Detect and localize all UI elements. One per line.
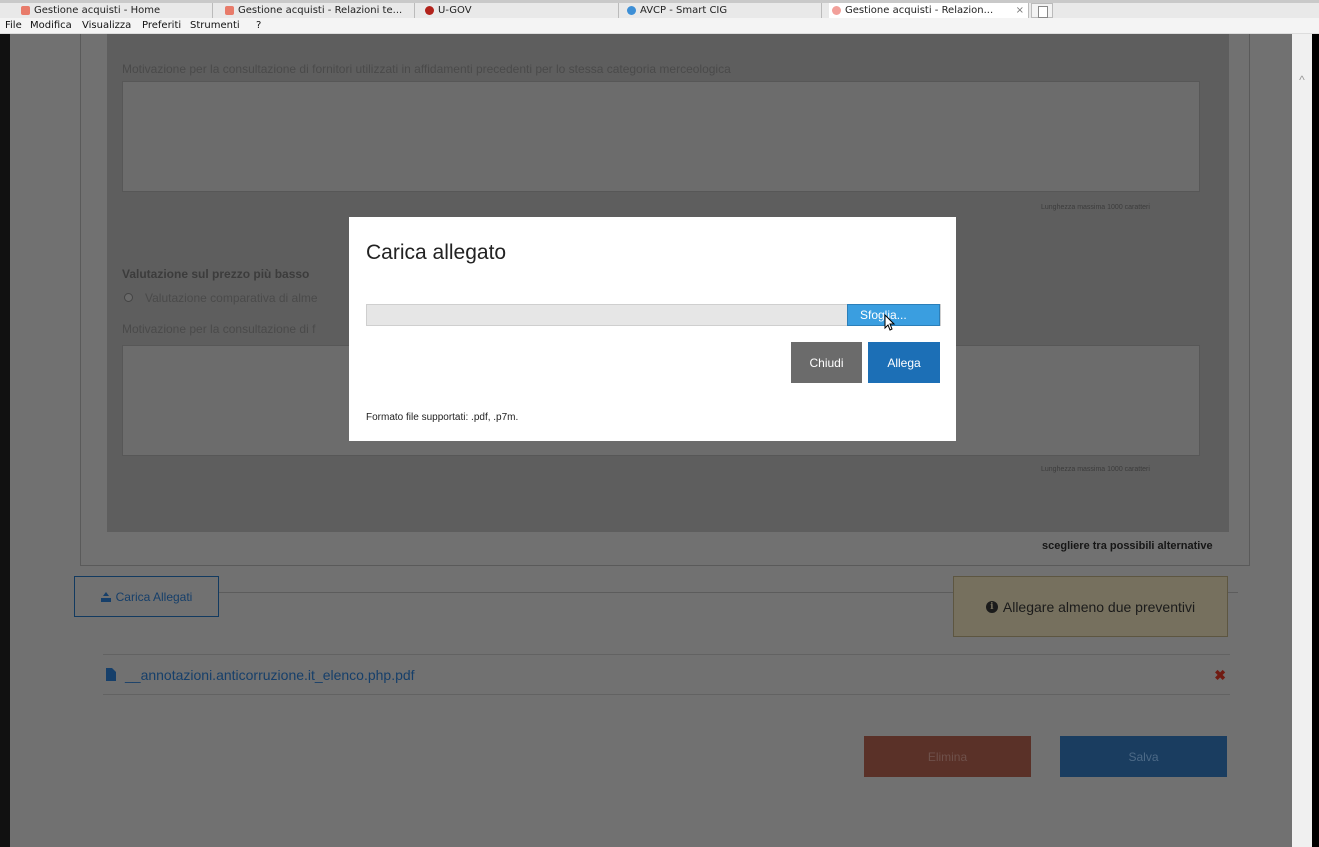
file-icon — [106, 668, 116, 681]
max-length-hint-2: Lunghezza massima 1000 caratteri — [1041, 466, 1150, 473]
menu-modifica[interactable]: Modifica — [30, 20, 72, 31]
upload-attachments-button[interactable]: Carica Allegati — [74, 576, 219, 617]
close-button[interactable]: Chiudi — [791, 342, 862, 383]
menu-strumenti[interactable]: Strumenti — [190, 20, 240, 31]
radio-label: Valutazione comparativa di alme — [145, 291, 318, 305]
warning-alert: i Allegare almeno due preventivi — [953, 576, 1228, 637]
max-length-hint-1: Lunghezza massima 1000 caratteri — [1041, 204, 1150, 211]
supported-formats-note: Formato file supportati: .pdf, .p7m. — [366, 412, 519, 423]
tab-label: Gestione acquisti - Home — [34, 5, 161, 16]
info-icon: i — [985, 600, 998, 613]
menu-bar: File Modifica Visualizza Preferiti Strum… — [0, 18, 1319, 34]
favicon-icon — [425, 6, 434, 15]
upload-button-label: Carica Allegati — [115, 589, 193, 604]
vertical-scrollbar[interactable]: ^ — [1292, 34, 1312, 847]
remove-attachment-icon[interactable]: ✖ — [1214, 667, 1226, 684]
alternatives-text: scegliere tra possibili alternative — [1042, 540, 1213, 552]
new-tab-button[interactable] — [1031, 3, 1053, 18]
tab-label: Gestione acquisti - Relazion... — [845, 5, 994, 16]
tab-relazioni-1[interactable]: Gestione acquisti - Relazioni te... — [222, 3, 415, 18]
menu-preferiti[interactable]: Preferiti — [142, 20, 181, 31]
motivation-label-1: Motivazione per la consultazione di forn… — [122, 62, 731, 76]
favicon-icon — [21, 6, 30, 15]
favicon-icon — [225, 6, 234, 15]
radio-valutazione-comparativa[interactable] — [124, 293, 133, 302]
tab-gestione-home[interactable]: Gestione acquisti - Home — [18, 3, 213, 18]
browser-tab-bar: Gestione acquisti - Home Gestione acquis… — [0, 0, 1319, 18]
close-icon[interactable]: × — [1016, 3, 1024, 18]
scroll-up-icon[interactable]: ^ — [1296, 74, 1308, 86]
tab-avcp[interactable]: AVCP - Smart CIG — [624, 3, 822, 18]
tab-label: Gestione acquisti - Relazioni te... — [238, 5, 403, 16]
menu-file[interactable]: File — [5, 20, 22, 31]
motivation-textarea-1[interactable] — [122, 81, 1200, 192]
attach-button[interactable]: Allega — [868, 342, 940, 383]
modal-title: Carica allegato — [366, 241, 507, 264]
tab-ugov[interactable]: U-GOV — [422, 3, 619, 18]
tab-label: AVCP - Smart CIG — [640, 5, 728, 16]
favicon-icon — [627, 6, 636, 15]
upload-modal: Carica allegato Sfoglia... Chiudi Allega… — [349, 217, 956, 441]
tab-relazioni-active[interactable]: Gestione acquisti - Relazion... × — [829, 3, 1029, 18]
warning-text: Allegare almeno due preventivi — [1002, 598, 1196, 615]
save-button[interactable]: Salva — [1060, 736, 1227, 777]
window-edge — [1312, 34, 1319, 847]
attachment-row: __annotazioni.anticorruzione.it_elenco.p… — [103, 654, 1230, 695]
motivation-label-2: Motivazione per la consultazione di f — [122, 322, 316, 336]
tab-label: U-GOV — [438, 5, 472, 16]
price-section-title: Valutazione sul prezzo più basso — [122, 267, 310, 281]
upload-icon — [100, 591, 111, 602]
mouse-cursor-icon — [884, 314, 896, 331]
menu-help[interactable]: ? — [256, 20, 261, 31]
menu-visualizza[interactable]: Visualizza — [82, 20, 131, 31]
favicon-icon — [832, 6, 841, 15]
attachment-file-link[interactable]: __annotazioni.anticorruzione.it_elenco.p… — [125, 667, 415, 683]
delete-button[interactable]: Elimina — [864, 736, 1031, 777]
